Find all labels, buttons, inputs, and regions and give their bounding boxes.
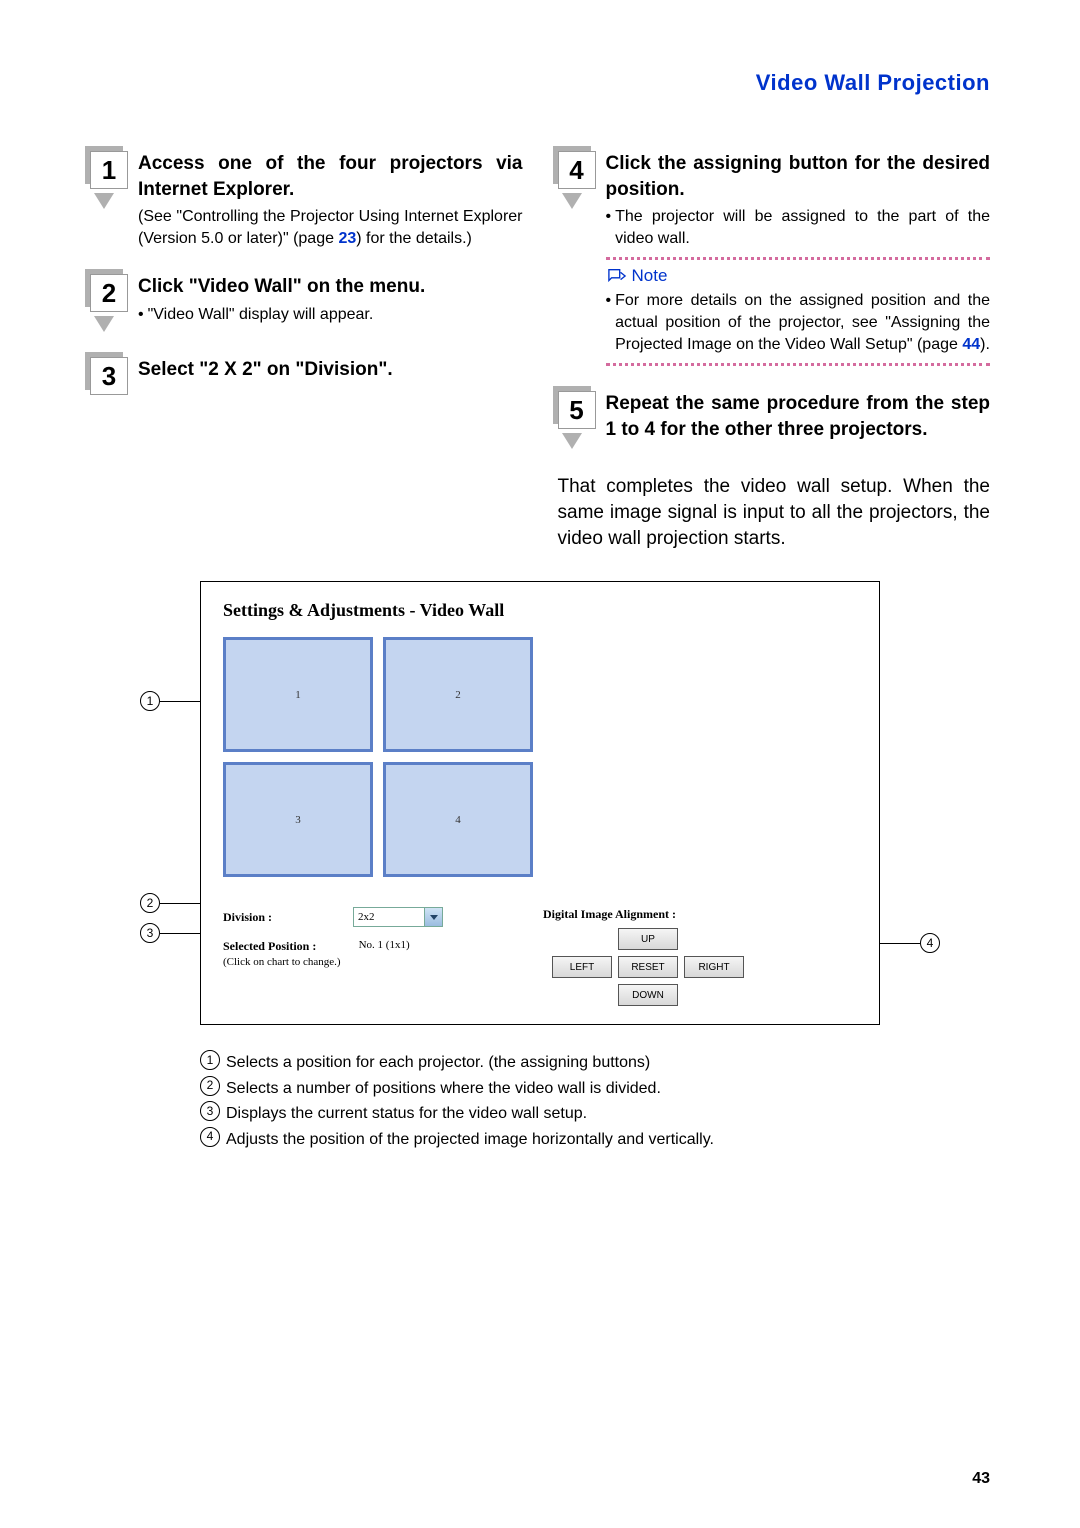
left-column: 1 Access one of the four projectors via …: [90, 151, 523, 551]
legend-num-2: 2: [200, 1076, 220, 1096]
note-bullet: • For more details on the assigned posit…: [606, 290, 991, 355]
legend-text: Selects a number of positions where the …: [226, 1076, 661, 1102]
arrow-down-icon: [562, 433, 582, 449]
note-icon: [606, 267, 628, 285]
step-number: 1: [90, 151, 128, 189]
text: The projector will be assigned to the pa…: [615, 206, 990, 249]
alignment-dpad: UP LEFT RESET RIGHT DOWN: [543, 928, 753, 1006]
left-button[interactable]: LEFT: [552, 956, 612, 978]
position-grid: 1 2 3 4: [223, 637, 533, 877]
step-number: 5: [558, 391, 596, 429]
step-5: 5 Repeat the same procedure from the ste…: [558, 391, 991, 449]
assign-button-2[interactable]: 2: [383, 637, 533, 752]
step-title: Repeat the same procedure from the step …: [606, 391, 991, 442]
selected-position-hint: (Click on chart to change.): [223, 956, 341, 968]
legend: 1 Selects a position for each projector. …: [200, 1050, 880, 1152]
arrow-down-icon: [562, 193, 582, 209]
step-title: Select "2 X 2" on "Division".: [138, 357, 523, 383]
step-4: 4 Click the assigning button for the des…: [558, 151, 991, 366]
section-header: Video Wall Projection: [90, 70, 990, 96]
page-link[interactable]: 44: [962, 336, 980, 353]
down-button[interactable]: DOWN: [618, 984, 678, 1006]
step-bullet: • The projector will be assigned to the …: [606, 206, 991, 249]
page-link[interactable]: 23: [338, 230, 356, 247]
step-title: Click the assigning button for the desir…: [606, 151, 991, 202]
right-button[interactable]: RIGHT: [684, 956, 744, 978]
step-description: (See "Controlling the Projector Using In…: [138, 206, 523, 249]
assign-button-1[interactable]: 1: [223, 637, 373, 752]
panel-title: Settings & Adjustments - Video Wall: [223, 600, 857, 621]
text: ) for the details.): [356, 230, 472, 247]
note-box: Note • For more details on the assigned …: [606, 257, 991, 366]
callout-3: 3: [140, 923, 160, 943]
legend-num-3: 3: [200, 1101, 220, 1121]
assign-button-4[interactable]: 4: [383, 762, 533, 877]
step-title: Access one of the four projectors via In…: [138, 151, 523, 202]
legend-text: Selects a position for each projector. (…: [226, 1050, 650, 1076]
up-button[interactable]: UP: [618, 928, 678, 950]
text: For more details on the assigned positio…: [615, 292, 990, 352]
selected-position-value: No. 1 (1x1): [359, 939, 410, 951]
note-label: Note: [606, 266, 991, 286]
right-column: 4 Click the assigning button for the des…: [558, 151, 991, 551]
division-select[interactable]: 2x2: [353, 907, 443, 927]
text: "Video Wall" display will appear.: [148, 304, 374, 326]
text: ).: [980, 336, 990, 353]
settings-diagram: 1 2 3 4 Settings & Adjustments - Video W…: [200, 581, 880, 1152]
select-value: 2x2: [358, 911, 375, 923]
completion-text: That completes the video wall setup. Whe…: [558, 474, 991, 551]
step-3: 3 Select "2 X 2" on "Division".: [90, 357, 523, 395]
digital-alignment-label: Digital Image Alignment :: [543, 907, 753, 922]
step-1: 1 Access one of the four projectors via …: [90, 151, 523, 249]
page-number: 43: [972, 1470, 990, 1488]
step-number: 3: [90, 357, 128, 395]
text: For more details on the assigned positio…: [615, 290, 990, 355]
legend-text: Displays the current status for the vide…: [226, 1101, 587, 1127]
arrow-down-icon: [94, 316, 114, 332]
callout-2: 2: [140, 893, 160, 913]
legend-num-4: 4: [200, 1127, 220, 1147]
callout-4: 4: [920, 933, 940, 953]
step-title: Click "Video Wall" on the menu.: [138, 274, 523, 300]
legend-num-1: 1: [200, 1050, 220, 1070]
division-label: Division :: [223, 910, 353, 925]
selected-position-label: Selected Position :: [223, 939, 341, 954]
step-number: 2: [90, 274, 128, 312]
arrow-down-icon: [94, 193, 114, 209]
chevron-down-icon: [424, 908, 442, 926]
callout-1: 1: [140, 691, 160, 711]
assign-button-3[interactable]: 3: [223, 762, 373, 877]
legend-text: Adjusts the position of the projected im…: [226, 1127, 714, 1153]
reset-button[interactable]: RESET: [618, 956, 678, 978]
step-number: 4: [558, 151, 596, 189]
step-2: 2 Click "Video Wall" on the menu. • "Vid…: [90, 274, 523, 332]
settings-panel: Settings & Adjustments - Video Wall 1 2 …: [200, 581, 880, 1025]
text: Note: [632, 266, 668, 286]
step-bullet: • "Video Wall" display will appear.: [138, 304, 523, 326]
